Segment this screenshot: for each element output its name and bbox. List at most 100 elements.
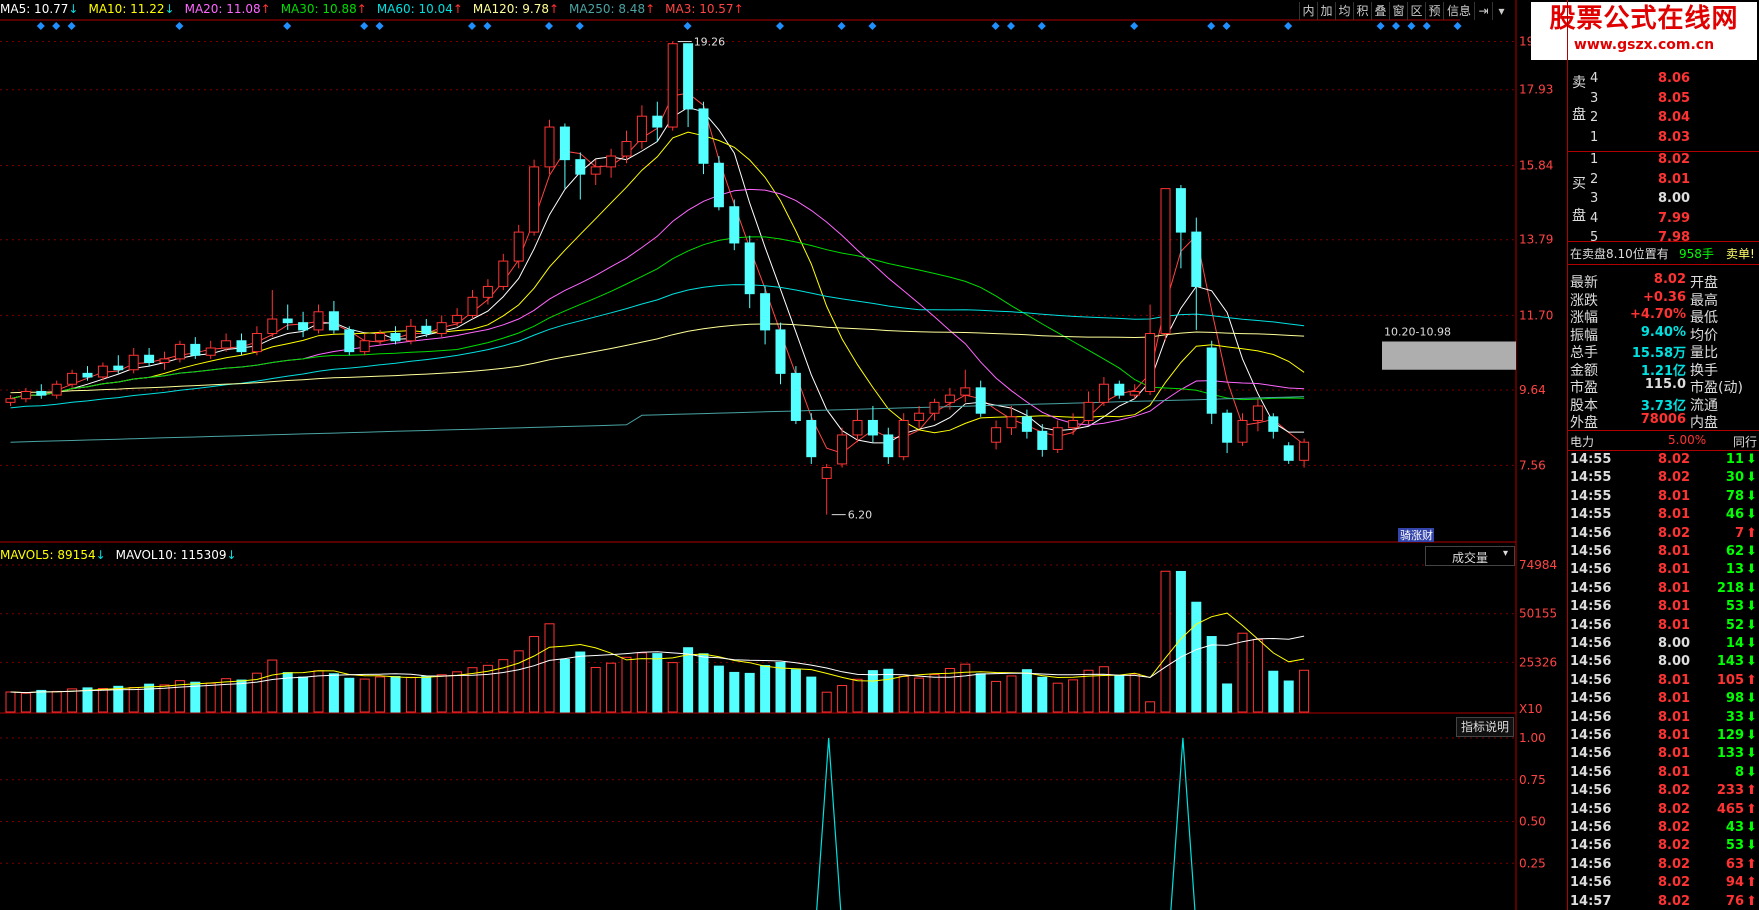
candle <box>806 419 817 458</box>
toolbar-button[interactable]: 加 <box>1317 2 1335 20</box>
tick-volume: 143 <box>1716 654 1744 670</box>
arrow-down-icon: ⬇ <box>1746 709 1757 725</box>
volume-legend: MAVOL5: 89154↓ MAVOL10: 115309↓ <box>0 548 247 562</box>
indicator-axis-label: 0.25 <box>1519 856 1546 870</box>
tick-price: 8.01 <box>1658 544 1691 559</box>
tag-label: 骑涨财 <box>1400 528 1433 542</box>
buy-label: 买 <box>1572 176 1586 192</box>
tick-volume: 52 <box>1725 617 1744 633</box>
toolbar-button[interactable]: 预 <box>1425 2 1443 20</box>
ma-legend-item: MA5: 10.77↓ <box>0 2 79 16</box>
toolbar-button[interactable]: 积 <box>1353 2 1371 20</box>
sector-peer-button[interactable]: 同行 <box>1733 433 1757 450</box>
signal-marker <box>776 22 784 30</box>
price-axis-label: 7.56 <box>1519 458 1546 472</box>
volume-bar <box>1145 701 1156 713</box>
quote-value: 1.21亿 <box>1640 363 1686 379</box>
candle <box>1145 333 1156 392</box>
quote-value: 15.58万 <box>1631 346 1686 361</box>
ma-legend-item: MA30: 10.88↑ <box>280 2 367 16</box>
volume-bar <box>837 685 848 713</box>
volume-bar <box>221 678 232 713</box>
candle <box>298 322 309 331</box>
tick-volume: 133 <box>1716 746 1744 762</box>
ma5-line <box>10 106 1305 444</box>
candle <box>852 419 863 436</box>
quote-value: 3.73亿 <box>1640 398 1686 414</box>
tick-volume: 53 <box>1725 599 1744 615</box>
tick-price: 8.02 <box>1658 856 1691 872</box>
signal-marker <box>36 22 45 30</box>
toolbar-button[interactable]: 区 <box>1407 2 1425 20</box>
signal-marker <box>52 22 61 30</box>
price-axis-label: 13.79 <box>1519 233 1553 247</box>
chart-canvas[interactable]: 19.2617.9315.8413.7911.709.647.567498450… <box>0 0 1759 910</box>
arrow-up-icon: ↑ <box>548 2 560 16</box>
arrow-up-icon: ↑ <box>733 2 744 16</box>
candle <box>498 260 509 287</box>
toolbar-button[interactable]: ⇥ <box>1474 2 1492 20</box>
candle <box>1083 401 1094 421</box>
tick-volume: 33 <box>1725 709 1744 725</box>
tick-volume: 94 <box>1725 875 1744 891</box>
indicator-help-button[interactable]: 指标说明 <box>1456 717 1514 737</box>
buy-level: 2 <box>1590 171 1599 187</box>
toolbar-button[interactable]: 叠 <box>1371 2 1389 20</box>
volume-axis-label: 50155 <box>1519 607 1557 621</box>
candle <box>1191 231 1202 287</box>
volume-bar <box>775 661 786 713</box>
candle <box>221 340 232 349</box>
price-axis-label: 17.93 <box>1519 83 1553 97</box>
candle <box>821 467 832 479</box>
ma-legend: MA5: 10.77↓ MA10: 11.22↓ MA20: 11.08↑ MA30:… <box>0 2 754 20</box>
toolbar-button[interactable]: ▾ <box>1492 2 1510 20</box>
toolbar-button[interactable]: 窗 <box>1389 2 1407 20</box>
tick-volume: 233 <box>1716 783 1744 799</box>
candle <box>636 115 647 143</box>
volume-bar <box>898 675 909 713</box>
tick-volume: 76 <box>1725 893 1744 909</box>
buy-label: 盘 <box>1572 208 1586 224</box>
tick-time: 14:57 <box>1570 893 1612 909</box>
candle <box>51 383 62 396</box>
candle <box>914 412 925 421</box>
stock-chart-window[interactable]: 19.2617.9315.8413.7911.709.647.567498450… <box>0 0 1759 910</box>
ma-legend-item: MA20: 11.08↑ <box>184 2 271 16</box>
candle <box>1175 188 1186 233</box>
volume-bar <box>313 670 324 713</box>
tick-time: 14:56 <box>1570 801 1612 817</box>
tick-price: 8.02 <box>1658 801 1691 817</box>
candle <box>590 166 601 175</box>
candle <box>744 242 755 295</box>
volume-bar <box>267 659 278 713</box>
volume-dropdown[interactable]: 成交量 ▾ <box>1425 546 1515 566</box>
candle <box>20 390 31 400</box>
tick-time: 14:56 <box>1570 746 1612 762</box>
volume-bar <box>51 690 62 713</box>
tick-volume: 78 <box>1725 488 1744 504</box>
toolbar-button[interactable]: 均 <box>1335 2 1353 20</box>
signal-marker <box>683 22 692 30</box>
tick-time: 14:56 <box>1570 617 1612 633</box>
signal-marker <box>1007 22 1015 30</box>
volume-bar <box>1114 674 1125 713</box>
tick-price: 8.01 <box>1658 672 1691 688</box>
candle <box>82 372 93 378</box>
ma-legend-item: MA3: 10.57↑ <box>665 2 744 16</box>
volume-bar <box>1175 570 1186 713</box>
candle <box>1237 419 1248 443</box>
volume-bar <box>575 651 586 713</box>
orderbook-divider <box>1568 264 1759 265</box>
arrow-down-icon: ⬇ <box>1746 599 1757 615</box>
tick-price: 8.01 <box>1658 764 1691 780</box>
signal-marker <box>1284 22 1293 30</box>
candle <box>1252 405 1263 421</box>
arrow-down-icon: ⬇ <box>1746 544 1757 559</box>
toolbar-button[interactable]: 信息 <box>1443 2 1474 20</box>
tick-volume: 13 <box>1725 562 1744 578</box>
tick-volume: 53 <box>1725 838 1744 854</box>
toolbar-button[interactable]: 内 <box>1299 2 1317 20</box>
candle <box>144 354 155 364</box>
candle <box>236 340 247 353</box>
candle <box>482 285 493 298</box>
